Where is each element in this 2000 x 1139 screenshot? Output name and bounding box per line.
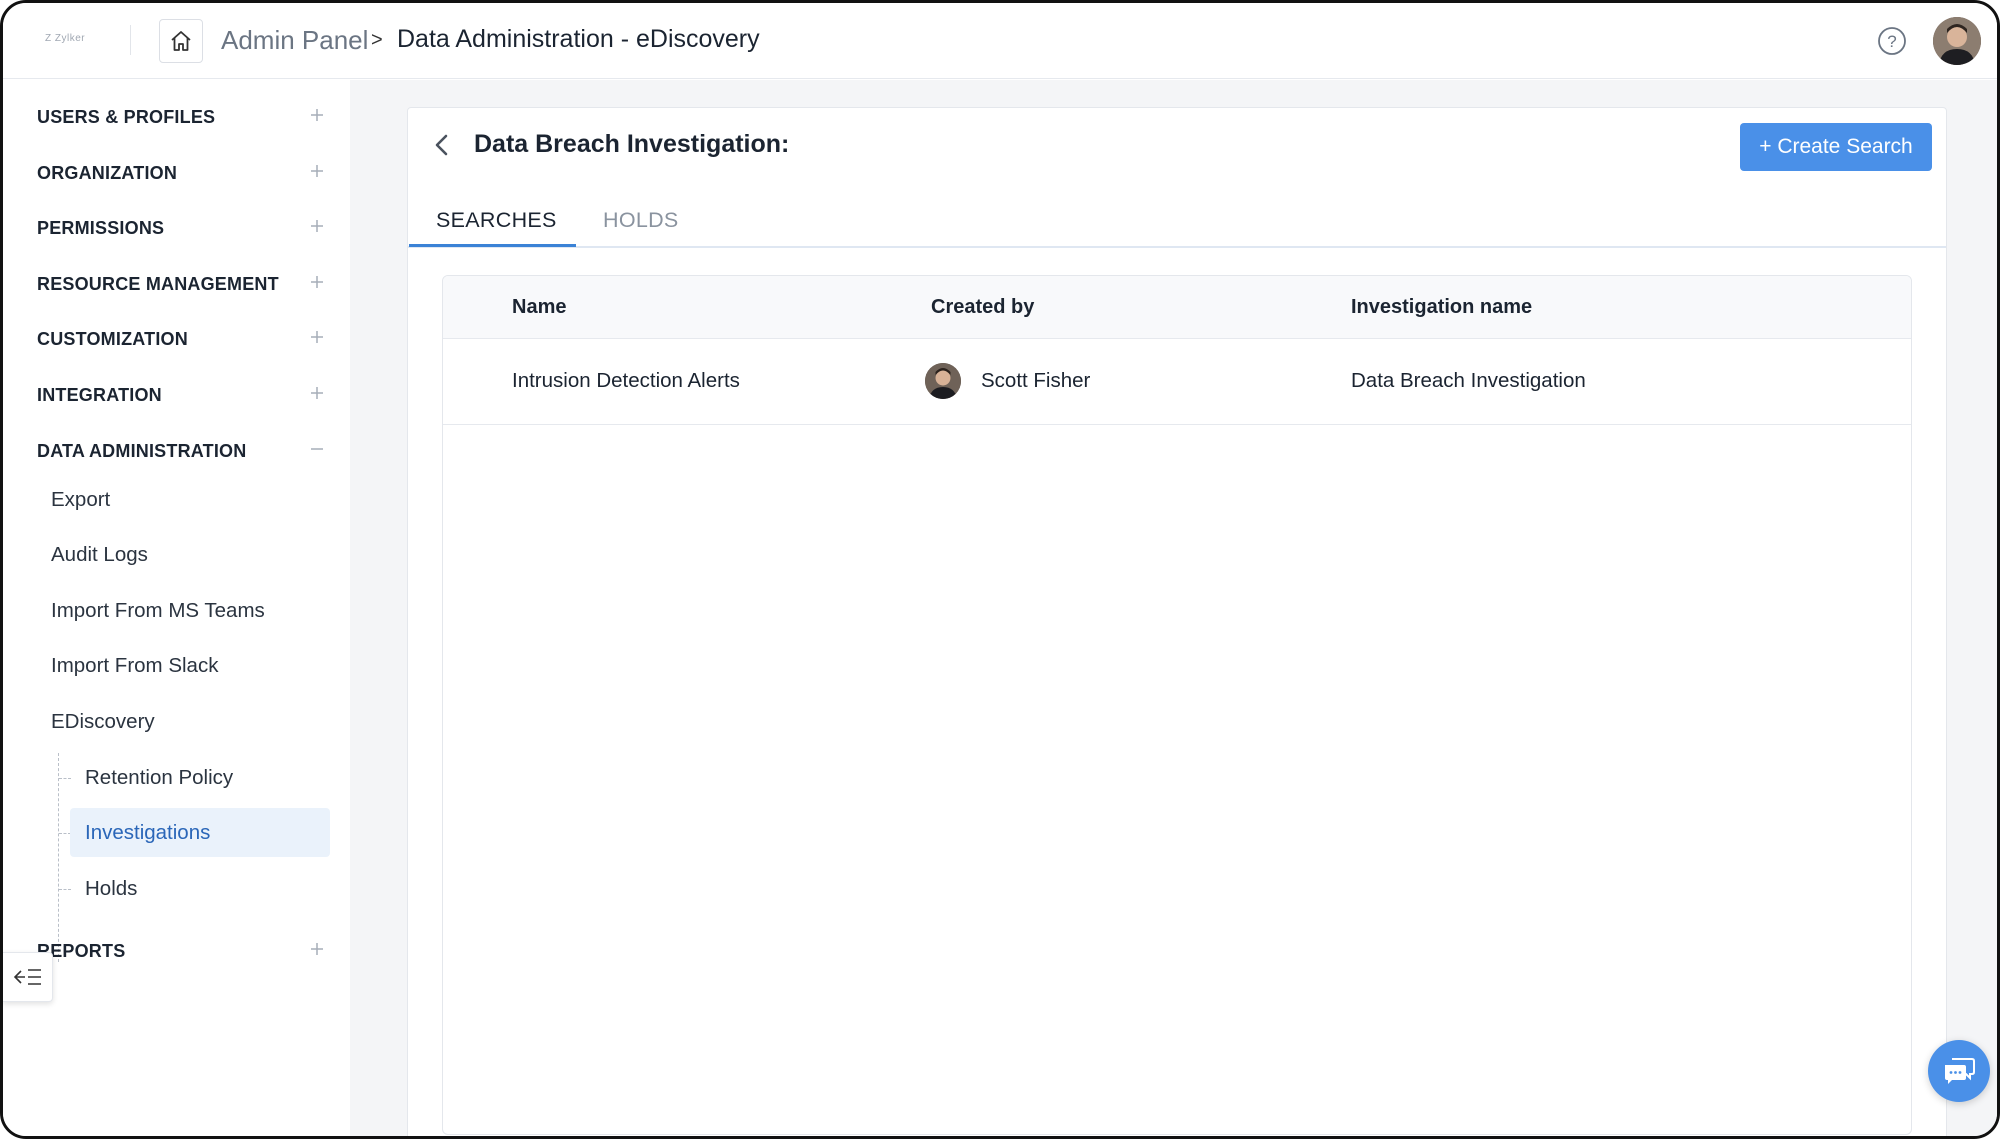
breadcrumb-separator: >: [371, 29, 383, 51]
nav-organization[interactable]: ORGANIZATION: [37, 153, 327, 193]
nav-users-profiles[interactable]: USERS & PROFILES: [37, 97, 327, 137]
nav-reports[interactable]: REPORTS: [37, 931, 327, 971]
tab-bar: SEARCHES HOLDS: [408, 198, 1946, 248]
nav-resource-management[interactable]: RESOURCE MANAGEMENT: [37, 264, 327, 304]
top-bar: Z Zylker Admin Panel > Data Administrati…: [3, 3, 1997, 79]
table-row[interactable]: Intrusion Detection Alerts Scott Fisher …: [443, 339, 1911, 425]
sidebar-item-retention-policy[interactable]: Retention Policy: [85, 766, 233, 790]
brand-logo[interactable]: Z Zylker: [45, 33, 85, 44]
plus-icon[interactable]: [307, 939, 327, 959]
nav-section-label: USERS & PROFILES: [37, 106, 216, 127]
nav-section-label: CUSTOMIZATION: [37, 328, 188, 349]
searches-table: Name Created by Investigation name Intru…: [442, 275, 1912, 1135]
sidebar-item-import-slack[interactable]: Import From Slack: [51, 654, 218, 678]
help-circle-icon[interactable]: ?: [1877, 26, 1907, 56]
plus-icon[interactable]: [307, 327, 327, 347]
cell-search-name[interactable]: Intrusion Detection Alerts: [512, 369, 740, 393]
plus-icon[interactable]: [307, 161, 327, 181]
nav-section-label: RESOURCE MANAGEMENT: [37, 273, 279, 294]
create-search-button[interactable]: + Create Search: [1740, 123, 1932, 171]
collapse-sidebar-button[interactable]: [3, 952, 53, 1002]
cell-created-by: Scott Fisher: [981, 369, 1091, 392]
tab-searches[interactable]: SEARCHES: [436, 208, 557, 233]
logo-divider: [130, 25, 131, 55]
minus-icon[interactable]: [307, 439, 327, 459]
nav-permissions[interactable]: PERMISSIONS: [37, 208, 327, 248]
home-button[interactable]: [159, 19, 203, 63]
sidebar-item-import-ms-teams[interactable]: Import From MS Teams: [51, 599, 265, 623]
tree-connector: [59, 778, 71, 779]
nav-section-label: PERMISSIONS: [37, 217, 165, 238]
svg-text:?: ?: [1887, 32, 1896, 51]
sidebar: USERS & PROFILES ORGANIZATION PERMISSION…: [3, 80, 350, 1136]
sidebar-item-holds[interactable]: Holds: [85, 877, 137, 901]
avatar: [925, 363, 961, 399]
chevron-left-icon[interactable]: [430, 130, 454, 160]
column-header-investigation-name[interactable]: Investigation name: [1351, 296, 1532, 319]
page-title: Data Breach Investigation:: [474, 130, 790, 158]
sidebar-item-investigations[interactable]: Investigations: [85, 821, 210, 845]
plus-icon[interactable]: [307, 383, 327, 403]
home-icon: [171, 31, 191, 51]
collapse-sidebar-icon: [13, 969, 41, 985]
nav-section-label: INTEGRATION: [37, 384, 162, 405]
nav-data-administration[interactable]: DATA ADMINISTRATION: [37, 431, 327, 471]
chat-button[interactable]: [1928, 1040, 1990, 1102]
active-tab-indicator: [409, 244, 576, 247]
breadcrumb-admin-panel[interactable]: Admin Panel: [221, 25, 368, 56]
table-header: Name Created by Investigation name: [443, 276, 1911, 339]
tab-holds[interactable]: HOLDS: [603, 208, 679, 233]
plus-icon[interactable]: [307, 272, 327, 292]
sidebar-item-ediscovery[interactable]: EDiscovery: [51, 710, 155, 734]
plus-icon[interactable]: [307, 216, 327, 236]
user-avatar[interactable]: [1933, 17, 1981, 65]
column-header-name[interactable]: Name: [512, 296, 566, 319]
nav-integration[interactable]: INTEGRATION: [37, 375, 327, 415]
plus-icon[interactable]: [307, 105, 327, 125]
nav-customization[interactable]: CUSTOMIZATION: [37, 319, 327, 359]
chat-icon: [1945, 1058, 1975, 1084]
tree-connector: [59, 889, 71, 890]
nav-section-label: ORGANIZATION: [37, 162, 178, 183]
sidebar-item-audit-logs[interactable]: Audit Logs: [51, 543, 148, 567]
investigation-card: Data Breach Investigation: + Create Sear…: [407, 107, 1947, 1136]
breadcrumb-current: Data Administration - eDiscovery: [397, 25, 760, 53]
cell-investigation-name: Data Breach Investigation: [1351, 369, 1586, 392]
nav-section-label: DATA ADMINISTRATION: [37, 440, 247, 461]
column-header-created-by[interactable]: Created by: [931, 296, 1034, 319]
sidebar-item-export[interactable]: Export: [51, 488, 110, 512]
app-window: Z Zylker Admin Panel > Data Administrati…: [0, 0, 2000, 1139]
